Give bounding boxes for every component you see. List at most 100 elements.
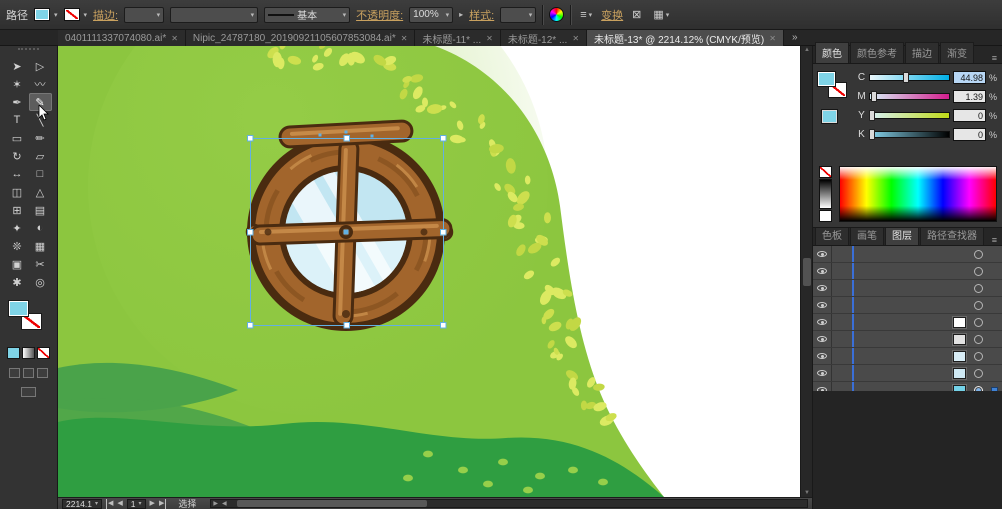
screen-mode-button[interactable] bbox=[21, 387, 36, 397]
align-options-button[interactable]: ≡ ▾ bbox=[577, 8, 595, 22]
layer-row[interactable] bbox=[813, 348, 1002, 365]
fill-stroke-indicator[interactable] bbox=[7, 300, 49, 339]
stroke-panel-link[interactable]: 描边: bbox=[93, 7, 118, 23]
selection-tool[interactable]: ➤ bbox=[6, 57, 29, 75]
shape-builder-tool[interactable]: ◫ bbox=[6, 183, 29, 201]
symbol-sprayer-tool[interactable]: ❊ bbox=[6, 237, 29, 255]
scroll-left-icon[interactable]: ◀ bbox=[220, 500, 229, 507]
layer-row[interactable] bbox=[813, 246, 1002, 263]
perspective-grid-tool[interactable]: △ bbox=[29, 183, 52, 201]
next-artboard-button[interactable]: ▶ bbox=[150, 499, 155, 509]
horizontal-scrollbar[interactable]: ▶ ◀ bbox=[210, 499, 808, 508]
selection-handle-nw[interactable] bbox=[247, 135, 254, 142]
stroke-weight-select[interactable]: ▾ bbox=[124, 6, 165, 23]
document-tab[interactable]: 未标题-11* ... ✕ bbox=[415, 30, 501, 46]
draw-normal-button[interactable] bbox=[9, 368, 20, 378]
color-panel-tab[interactable]: 描边 bbox=[905, 42, 939, 63]
selection-handle-w[interactable] bbox=[247, 229, 254, 236]
opacity-select[interactable]: 100% ▾ bbox=[409, 6, 454, 23]
slider-thumb[interactable] bbox=[902, 72, 909, 83]
zoom-level-select[interactable]: 2214.1 ▾ bbox=[62, 498, 103, 509]
layer-row[interactable] bbox=[813, 331, 1002, 348]
grayscale-ramp[interactable] bbox=[819, 179, 832, 209]
type-tool[interactable]: T bbox=[6, 111, 29, 129]
document-tab[interactable]: Nipic_24787180_20190921105607853084.ai* ✕ bbox=[185, 30, 416, 46]
draw-behind-button[interactable] bbox=[23, 368, 34, 378]
panel-drag-handle[interactable] bbox=[18, 48, 39, 55]
layer-row[interactable] bbox=[813, 314, 1002, 331]
selection-handle-sw[interactable] bbox=[247, 322, 254, 329]
slider-value-field[interactable]: 1.39 bbox=[953, 90, 986, 103]
visibility-eye-icon[interactable] bbox=[813, 246, 832, 262]
vertical-scrollbar-thumb[interactable] bbox=[803, 258, 811, 286]
layer-target-icon[interactable] bbox=[974, 385, 983, 391]
stroke-dropdown-arrow-icon[interactable]: ▾ bbox=[84, 11, 88, 19]
color-slider-y[interactable] bbox=[868, 110, 950, 121]
slider-thumb[interactable] bbox=[868, 129, 875, 140]
tab-close-icon[interactable]: ✕ bbox=[401, 34, 408, 43]
color-panel-menu-icon[interactable]: ≡ bbox=[987, 53, 1002, 63]
layer-target-icon[interactable] bbox=[974, 300, 983, 310]
visibility-eye-icon[interactable] bbox=[813, 331, 832, 347]
fill-dropdown-arrow-icon[interactable]: ▾ bbox=[54, 11, 58, 19]
eyedropper-tool[interactable]: ✦ bbox=[6, 219, 29, 237]
white-swatch[interactable] bbox=[819, 210, 832, 222]
lasso-tool[interactable]: 〰 bbox=[29, 75, 52, 93]
graph-tool[interactable]: ▦ bbox=[29, 237, 52, 255]
tab-close-icon[interactable]: ✕ bbox=[572, 34, 579, 43]
visibility-eye-icon[interactable] bbox=[813, 297, 832, 313]
blend-tool[interactable]: ◐ bbox=[29, 219, 52, 237]
fill-proxy-swatch[interactable] bbox=[7, 300, 29, 317]
transform-panel-link[interactable]: 变换 bbox=[601, 7, 623, 23]
document-tab[interactable]: 未标题-12* ... ✕ bbox=[500, 30, 588, 46]
previous-artboard-button[interactable]: ◀ bbox=[117, 499, 122, 509]
horizontal-scrollbar-thumb[interactable] bbox=[237, 500, 428, 507]
visibility-eye-icon[interactable] bbox=[813, 263, 832, 279]
rotate-tool[interactable]: ↻ bbox=[6, 147, 29, 165]
selection-center-point[interactable] bbox=[343, 229, 349, 235]
slice-tool[interactable]: ✂ bbox=[29, 255, 52, 273]
opacity-panel-link[interactable]: 不透明度: bbox=[356, 7, 403, 23]
opacity-spinner-icon[interactable]: ▸ bbox=[459, 10, 463, 19]
layer-target-icon[interactable] bbox=[974, 351, 983, 361]
magic-wand-tool[interactable]: ✶ bbox=[6, 75, 29, 93]
scroll-right-icon[interactable]: ▶ bbox=[211, 500, 220, 507]
tab-close-icon[interactable]: ✕ bbox=[486, 34, 493, 43]
selection-handle-s[interactable] bbox=[343, 322, 350, 329]
active-color-proxy[interactable] bbox=[821, 109, 838, 124]
visibility-eye-icon[interactable] bbox=[813, 280, 832, 296]
visibility-eye-icon[interactable] bbox=[813, 314, 832, 330]
arrange-options-button[interactable]: ▦ ▾ bbox=[650, 7, 672, 22]
gradient-tool[interactable]: ▤ bbox=[29, 201, 52, 219]
graphic-style-select[interactable]: ▾ bbox=[500, 6, 537, 23]
artboard-number-select[interactable]: 1 ▾ bbox=[126, 498, 146, 509]
stroke-proxy-swatch[interactable] bbox=[20, 313, 42, 330]
none-mode-button[interactable] bbox=[37, 347, 50, 359]
tab-overflow-icon[interactable]: » bbox=[792, 32, 798, 43]
direct-selection-tool[interactable]: ▷ bbox=[29, 57, 52, 75]
line-segment-tool[interactable]: ╲ bbox=[29, 111, 52, 129]
tab-close-icon[interactable]: ✕ bbox=[171, 34, 178, 43]
visibility-eye-icon[interactable] bbox=[813, 348, 832, 364]
recolor-artwork-button[interactable] bbox=[549, 7, 565, 22]
width-tool[interactable]: ↔ bbox=[6, 165, 29, 183]
draw-inside-button[interactable] bbox=[37, 368, 48, 378]
free-transform-tool[interactable]: □ bbox=[29, 165, 52, 183]
layer-row[interactable] bbox=[813, 382, 1002, 391]
color-slider-m[interactable] bbox=[869, 91, 950, 102]
layer-row[interactable] bbox=[813, 297, 1002, 314]
slider-value-field[interactable]: 0 bbox=[953, 128, 986, 141]
tab-close-icon[interactable]: ✕ bbox=[769, 34, 776, 43]
vertical-scrollbar[interactable]: ▲ ▼ bbox=[800, 46, 812, 497]
first-artboard-button[interactable]: ◀ bbox=[106, 498, 113, 509]
artboard-tool[interactable]: ▣ bbox=[6, 255, 29, 273]
document-tab[interactable]: 0401111337074080.ai* ✕ bbox=[58, 30, 186, 46]
slider-thumb[interactable] bbox=[868, 110, 875, 121]
scale-tool[interactable]: ▱ bbox=[29, 147, 52, 165]
layer-target-icon[interactable] bbox=[974, 283, 983, 293]
selection-handle-e[interactable] bbox=[440, 229, 447, 236]
zoom-tool[interactable]: ◎ bbox=[29, 273, 52, 291]
layer-target-icon[interactable] bbox=[974, 317, 983, 327]
hand-tool[interactable]: ✱ bbox=[6, 273, 29, 291]
color-panel-tab[interactable]: 渐变 bbox=[940, 42, 974, 63]
